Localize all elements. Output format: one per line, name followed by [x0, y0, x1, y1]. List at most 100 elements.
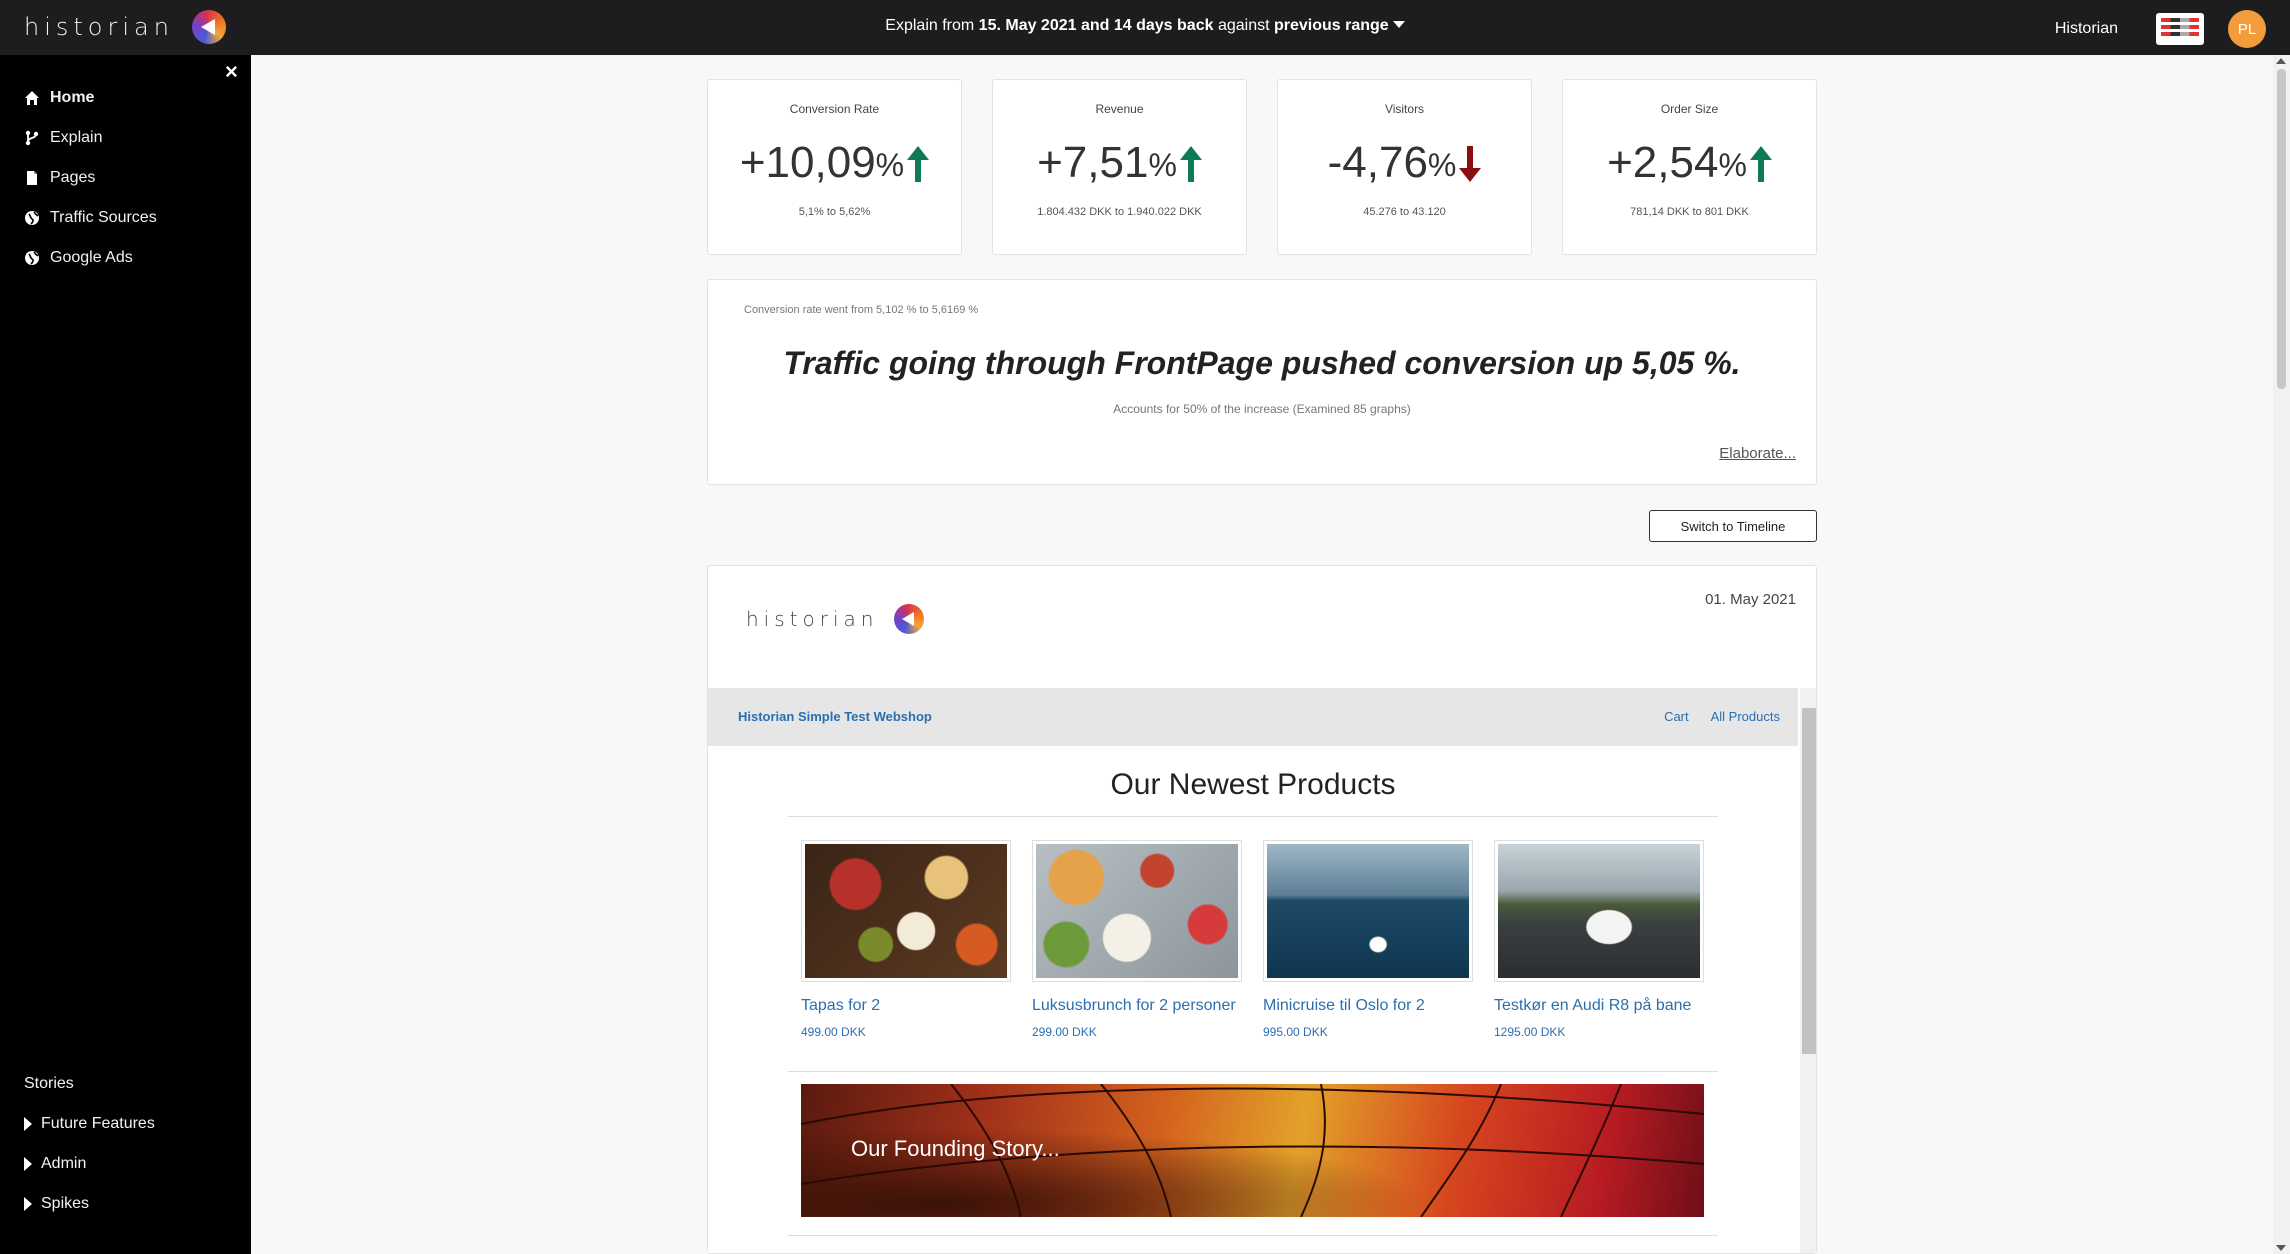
- explain-date-range[interactable]: 15. May 2021 and 14 days back: [979, 17, 1214, 34]
- product-price: 995.00 DKK: [1263, 1025, 1328, 1039]
- kpi-value: +10,09%: [708, 136, 961, 188]
- webshop-scrollbar[interactable]: [1800, 688, 1816, 1253]
- story-card: historian 01. May 2021 Historian Simple …: [707, 565, 1817, 1254]
- sidebar-item-label: Home: [50, 89, 95, 106]
- kpi-number: +2,54: [1607, 138, 1719, 187]
- branch-icon: [24, 130, 40, 146]
- arrow-down-icon: [1459, 146, 1482, 182]
- stories-heading: Stories: [24, 1075, 74, 1092]
- cruise-photo: [1267, 844, 1469, 978]
- product-image[interactable]: [1494, 840, 1704, 982]
- story-brand: historian: [746, 604, 925, 634]
- close-icon[interactable]: ×: [225, 59, 238, 85]
- banner-title: Our Founding Story...: [851, 1136, 1060, 1161]
- story-brand-name: historian: [746, 607, 879, 631]
- scroll-down-icon[interactable]: [2276, 1245, 2286, 1251]
- product-price: 499.00 DKK: [801, 1025, 866, 1039]
- kpi-card-revenue[interactable]: Revenue +7,51% 1.804.432 DKK to 1.940.02…: [992, 79, 1247, 255]
- top-right-controls: Historian PL: [2055, 10, 2266, 48]
- caret-down-icon[interactable]: [1392, 21, 1405, 28]
- sidebar-item-explain[interactable]: Explain: [24, 129, 102, 147]
- cart-link[interactable]: Cart: [1664, 709, 1689, 724]
- top-bar: historian Explain from 15. May 2021 and …: [0, 0, 2290, 55]
- avatar[interactable]: PL: [2228, 10, 2266, 48]
- globe-icon: [24, 210, 40, 226]
- product-image[interactable]: [1032, 840, 1242, 982]
- kpi-number: -4,76: [1327, 138, 1428, 187]
- kpi-value: -4,76%: [1278, 136, 1531, 188]
- kpi-number: +7,51: [1037, 138, 1149, 187]
- explain-prefix: Explain from: [885, 17, 975, 34]
- kpi-range: 781,14 DKK to 801 DKK: [1630, 206, 1749, 218]
- workspace-name[interactable]: Historian: [2055, 20, 2118, 38]
- product-name[interactable]: Minicruise til Oslo for 2: [1263, 997, 1473, 1015]
- all-products-link[interactable]: All Products: [1711, 709, 1780, 724]
- sidebar-item-label: Explain: [50, 129, 103, 146]
- caret-right-icon: [24, 1117, 32, 1131]
- product-name[interactable]: Luksusbrunch for 2 personer: [1032, 997, 1242, 1015]
- product-image[interactable]: [801, 840, 1011, 982]
- webshop-preview: Historian Simple Test Webshop Cart All P…: [708, 688, 1816, 1253]
- sidebar-item-home[interactable]: Home: [24, 89, 94, 107]
- sidebar: × Home Explain Pages Traffic Sources Goo…: [0, 55, 251, 1254]
- arrow-up-icon: [1749, 146, 1772, 182]
- page-icon: [24, 170, 40, 186]
- elaborate-link[interactable]: Elaborate...: [1719, 445, 1796, 462]
- sidebar-item-pages[interactable]: Pages: [24, 169, 95, 187]
- kpi-card-visitors[interactable]: Visitors -4,76% 45.276 to 43.120: [1277, 79, 1532, 255]
- kpi-value: +7,51%: [993, 136, 1246, 188]
- kpi-card-conversion-rate[interactable]: Conversion Rate +10,09% 5,1% to 5,62%: [707, 79, 962, 255]
- scrollbar-thumb[interactable]: [2277, 69, 2286, 389]
- explain-against: against: [1217, 17, 1270, 34]
- story-date: 01. May 2021: [1705, 591, 1796, 608]
- product-card[interactable]: Luksusbrunch for 2 personer 299.00 DKK: [1032, 840, 1242, 1039]
- kpi-range: 45.276 to 43.120: [1363, 206, 1446, 218]
- brunch-photo: [1036, 844, 1238, 978]
- kpi-value: +2,54%: [1563, 136, 1816, 188]
- insight-summary-card: Conversion rate went from 5,102 % to 5,6…: [707, 279, 1817, 485]
- sidebar-item-label: Pages: [50, 169, 96, 186]
- sidebar-item-label: Traffic Sources: [50, 209, 157, 226]
- kpi-unit: %: [1427, 147, 1457, 183]
- summary-headline: Traffic going through FrontPage pushed c…: [783, 345, 1741, 381]
- webshop-navbar: Historian Simple Test Webshop Cart All P…: [708, 688, 1798, 746]
- explain-range-selector[interactable]: Explain from 15. May 2021 and 14 days ba…: [0, 17, 2290, 35]
- tree-item-label: Future Features: [41, 1115, 155, 1132]
- caret-right-icon: [24, 1157, 32, 1171]
- switch-to-timeline-button[interactable]: Switch to Timeline: [1649, 510, 1817, 542]
- kpi-range: 5,1% to 5,62%: [798, 206, 871, 218]
- page-scrollbar[interactable]: [2273, 55, 2290, 1254]
- webshop-section-title: Our Newest Products: [788, 768, 1718, 817]
- tree-item-label: Spikes: [41, 1195, 90, 1212]
- dashboard-thumbnail-icon[interactable]: [2156, 13, 2204, 45]
- product-card[interactable]: Tapas for 2 499.00 DKK: [801, 840, 1011, 1039]
- sidebar-item-label: Google Ads: [50, 249, 133, 266]
- tree-item-future-features[interactable]: Future Features: [24, 1115, 155, 1133]
- sidebar-item-google-ads[interactable]: Google Ads: [24, 249, 133, 267]
- product-price: 1295.00 DKK: [1494, 1025, 1566, 1039]
- product-card[interactable]: Testkør en Audi R8 på bane 1295.00 DKK: [1494, 840, 1704, 1039]
- summary-note: Conversion rate went from 5,102 % to 5,6…: [744, 304, 979, 316]
- kpi-title: Conversion Rate: [789, 102, 880, 116]
- product-card[interactable]: Minicruise til Oslo for 2 995.00 DKK: [1263, 840, 1473, 1039]
- kpi-unit: %: [1148, 147, 1177, 183]
- product-image[interactable]: [1263, 840, 1473, 982]
- kpi-unit: %: [875, 147, 905, 183]
- divider: [788, 1235, 1718, 1236]
- webshop-name[interactable]: Historian Simple Test Webshop: [738, 709, 932, 724]
- kpi-number: +10,09: [739, 138, 876, 187]
- kpi-title: Visitors: [1384, 102, 1425, 116]
- tree-item-admin[interactable]: Admin: [24, 1155, 86, 1173]
- scrollbar-thumb[interactable]: [1802, 708, 1816, 1054]
- product-name[interactable]: Tapas for 2: [801, 997, 1011, 1015]
- car-photo: [1498, 844, 1700, 978]
- tree-item-label: Admin: [41, 1155, 87, 1172]
- sidebar-item-traffic-sources[interactable]: Traffic Sources: [24, 209, 157, 227]
- founding-story-banner[interactable]: Our Founding Story...: [801, 1084, 1704, 1217]
- caret-right-icon: [24, 1197, 32, 1211]
- product-name[interactable]: Testkør en Audi R8 på bane: [1494, 997, 1704, 1015]
- explain-comparison[interactable]: previous range: [1274, 17, 1389, 34]
- kpi-card-order-size[interactable]: Order Size +2,54% 781,14 DKK to 801 DKK: [1562, 79, 1817, 255]
- scroll-up-icon[interactable]: [2276, 58, 2286, 64]
- tree-item-spikes[interactable]: Spikes: [24, 1195, 89, 1213]
